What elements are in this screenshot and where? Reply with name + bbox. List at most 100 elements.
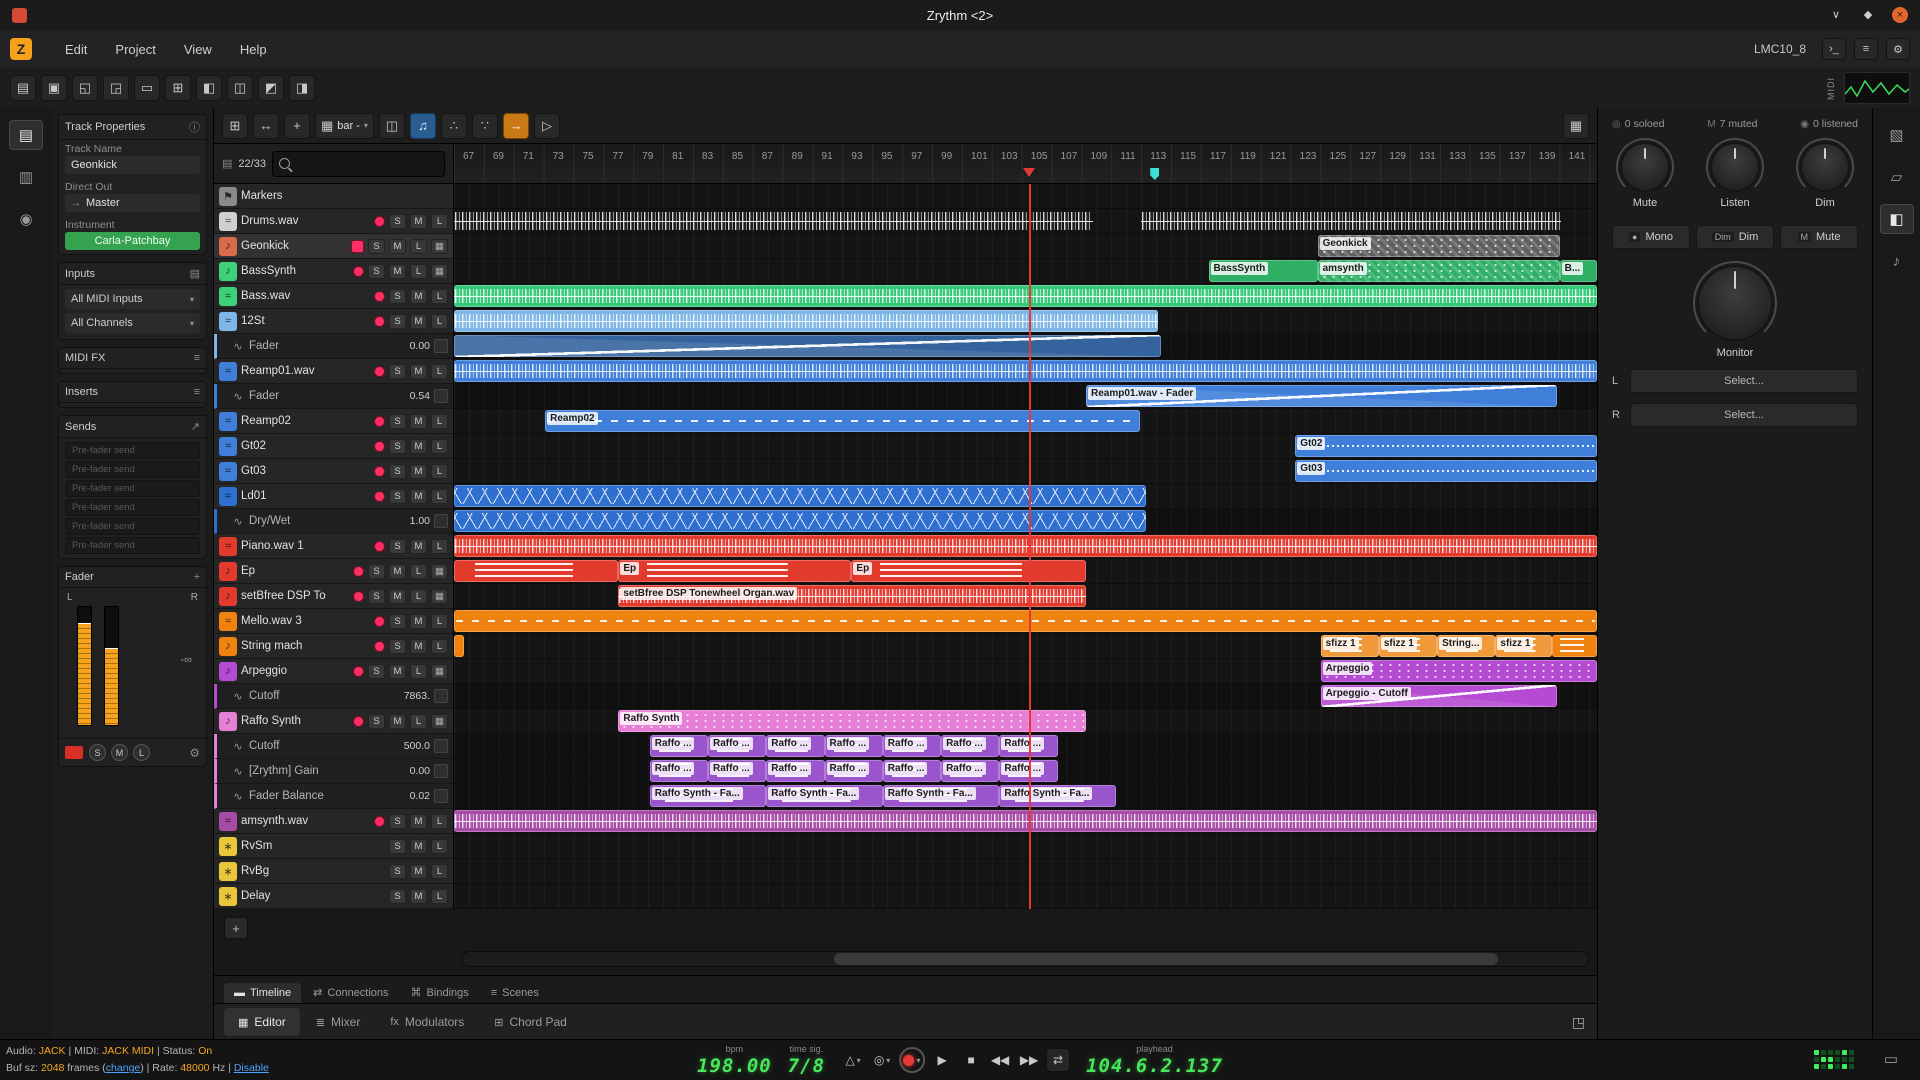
mute-button[interactable]: M <box>410 439 427 454</box>
right-panel-toggle-icon[interactable]: ◨ <box>289 75 315 101</box>
track-row[interactable]: ≈Mello.wav 3SML <box>214 609 453 634</box>
edit-history-icon[interactable]: ▤ <box>10 75 36 101</box>
region-clip[interactable]: Raffo ... <box>883 735 941 757</box>
dim-knob[interactable] <box>1802 144 1848 190</box>
listen-button[interactable]: L <box>431 489 448 504</box>
timeline-lane[interactable]: sfizz 1sfizz 1String...sfizz 1 <box>454 634 1597 659</box>
region-clip[interactable] <box>454 360 1597 382</box>
track-row[interactable]: ∿[Zrythm] Gain0.00 <box>214 759 453 784</box>
timeline-lane[interactable] <box>454 884 1597 909</box>
track-row[interactable]: ∿Fader0.54 <box>214 384 453 409</box>
track-row[interactable]: ≈Reamp01.wavSML <box>214 359 453 384</box>
timeline-lane[interactable]: Raffo Synth - Fa...Raffo Synth - Fa...Ra… <box>454 784 1597 809</box>
timeline-lane[interactable] <box>454 359 1597 384</box>
region-clip[interactable]: BassSynth <box>1209 260 1318 282</box>
region-clip[interactable]: Ep <box>851 560 1086 582</box>
region-clip[interactable]: Raffo Synth - Fa... <box>766 785 883 807</box>
record-arm-indicator[interactable] <box>374 616 385 627</box>
close-window-icon[interactable]: × <box>1892 7 1908 23</box>
solo-button[interactable]: S <box>389 814 406 829</box>
record-mode-button[interactable]: ◎▾ <box>870 1048 894 1072</box>
record-arm-indicator[interactable] <box>374 816 385 827</box>
timeline-lane[interactable]: Reamp01.wav - Fader <box>454 384 1597 409</box>
forward-button[interactable]: ▶▶ <box>1017 1048 1041 1072</box>
record-arm-indicator[interactable] <box>374 541 385 552</box>
region-clip[interactable] <box>454 285 1597 307</box>
timeline-lane[interactable] <box>454 484 1597 509</box>
mute-button[interactable]: MMute <box>1780 225 1858 249</box>
dim-button[interactable]: DimDim <box>1696 225 1774 249</box>
tab-bindings[interactable]: ⌘Bindings <box>401 982 479 1003</box>
record-arm-indicator[interactable] <box>374 316 385 327</box>
automation-menu-button[interactable] <box>434 514 448 528</box>
mute-button[interactable]: M <box>410 314 427 329</box>
listen-button[interactable]: L <box>410 589 427 604</box>
track-row[interactable]: ∿Dry/Wet1.00 <box>214 509 453 534</box>
record-arm-indicator[interactable] <box>353 666 364 677</box>
listen-button[interactable]: L <box>431 314 448 329</box>
track-row[interactable]: ♪ArpeggioSML▦ <box>214 659 453 684</box>
fit-selection-icon[interactable]: ▭ <box>134 75 160 101</box>
region-clip[interactable] <box>454 535 1597 557</box>
solo-button[interactable]: S <box>389 864 406 879</box>
listen-button[interactable]: L <box>431 214 448 229</box>
region-clip[interactable]: Arpeggio - Cutoff <box>1321 685 1557 707</box>
playhead-display-icon[interactable]: ∴ <box>441 113 467 139</box>
region-clip[interactable]: Raffo ... <box>883 760 941 782</box>
mute-button[interactable]: M <box>410 889 427 904</box>
timeline-lane[interactable]: Reamp02 <box>454 409 1597 434</box>
timeline-lane[interactable]: BassSynthamsynthB... <box>454 259 1597 284</box>
musical-mode-icon[interactable]: ♫ <box>410 113 436 139</box>
monitor-section-icon[interactable]: ◧ <box>1880 204 1914 234</box>
timeline-lane[interactable]: setBfree DSP Tonewheel Organ.wav <box>454 584 1597 609</box>
record-arm-indicator[interactable] <box>353 266 364 277</box>
timeline-lane[interactable] <box>454 834 1597 859</box>
timeline-lane[interactable] <box>454 809 1597 834</box>
track-row[interactable]: ∗RvSmSML <box>214 834 453 859</box>
record-swatch[interactable] <box>65 746 83 759</box>
track-row[interactable]: ♪GeonkickSML▦ <box>214 234 453 259</box>
menu-project[interactable]: Project <box>102 36 168 63</box>
region-clip[interactable] <box>454 610 1597 632</box>
show-lanes-icon[interactable]: ▦ <box>431 564 448 579</box>
mute-button[interactable]: M <box>410 814 427 829</box>
timeline-lane[interactable] <box>454 509 1597 534</box>
loop-button[interactable]: ⇄ <box>1046 1048 1070 1072</box>
menu-view[interactable]: View <box>171 36 225 63</box>
visibility-icon[interactable]: ◉ <box>9 204 43 234</box>
playhead-display-alt-icon[interactable]: ∵ <box>472 113 498 139</box>
mute-button[interactable]: M <box>410 289 427 304</box>
solo-button[interactable]: S <box>368 264 385 279</box>
chord-preset-browser-icon[interactable]: ♪ <box>1880 246 1914 276</box>
plugin-slot[interactable]: Pre-fader send <box>65 518 200 535</box>
timeline-lane[interactable] <box>454 309 1597 334</box>
record-arm-indicator[interactable] <box>353 591 364 602</box>
file-browser-icon[interactable]: ▱ <box>1880 162 1914 192</box>
mute-button[interactable]: M <box>389 239 406 254</box>
region-clip[interactable]: Raffo ... <box>766 760 824 782</box>
timeline-lane[interactable]: Gt03 <box>454 459 1597 484</box>
track-row[interactable]: ≈Gt02SML <box>214 434 453 459</box>
track-row[interactable]: ≈Piano.wav 1SML <box>214 534 453 559</box>
stop-button[interactable]: ■ <box>959 1048 983 1072</box>
record-arm-indicator[interactable] <box>374 466 385 477</box>
add-track-button[interactable]: + <box>224 917 248 939</box>
playhead-follow-icon[interactable]: → <box>503 113 529 139</box>
record-arm-indicator[interactable] <box>374 291 385 302</box>
track-row[interactable]: ∿Fader Balance0.02 <box>214 784 453 809</box>
plugin-slot[interactable]: Pre-fader send <box>65 442 200 459</box>
mute-button[interactable]: M <box>410 489 427 504</box>
rewind-button[interactable]: ◀◀ <box>988 1048 1012 1072</box>
tab-connections[interactable]: ⇄Connections <box>303 982 398 1003</box>
field-value[interactable]: →Master <box>65 194 200 212</box>
timeline-lane[interactable]: Raffo ...Raffo ...Raffo ...Raffo ...Raff… <box>454 734 1597 759</box>
plugin-browser-icon[interactable]: ▧ <box>1880 120 1914 150</box>
playhead-display[interactable]: 104.6.2.137 <box>1086 1057 1223 1076</box>
region-clip[interactable]: Gt02 <box>1295 435 1597 457</box>
region-clip[interactable]: amsynth <box>1318 260 1560 282</box>
mute-button[interactable]: M <box>389 664 406 679</box>
region-clip[interactable] <box>1141 210 1561 232</box>
timeline-lane[interactable] <box>454 609 1597 634</box>
solo-button[interactable]: S <box>389 614 406 629</box>
region-clip[interactable]: Raffo ... <box>708 735 766 757</box>
